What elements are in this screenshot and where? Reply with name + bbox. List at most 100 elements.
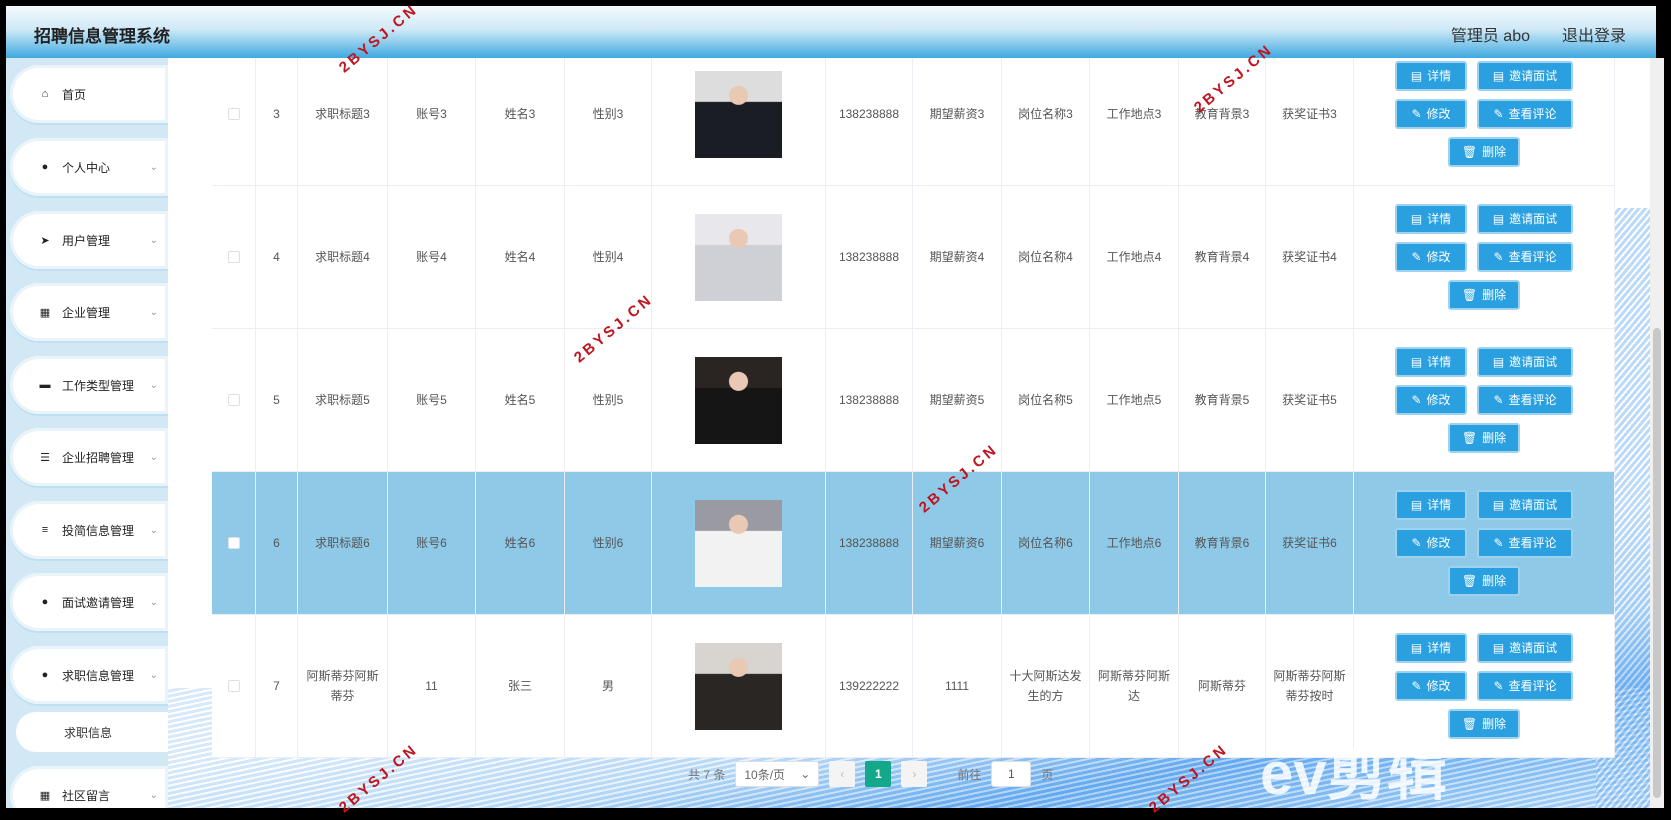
button-label: 详情 — [1427, 641, 1452, 655]
salary-cell: 期望薪资4 — [913, 186, 1002, 328]
chevron-left-icon: ‹ — [840, 767, 845, 781]
view-comments-button[interactable]: ✎ 查看评论 — [1477, 671, 1573, 701]
view-comments-button[interactable]: ✎ 查看评论 — [1477, 99, 1573, 129]
table-row[interactable]: 6 求职标题6 账号6 姓名6 性别6 138238888 期望薪资6 岗位名称6 工作地点6 教… — [212, 472, 1615, 615]
sidebar-item[interactable]: ☰ 企业招聘管理 ⌄ — [10, 428, 168, 486]
button-label: 修改 — [1426, 536, 1451, 550]
vertical-scrollbar[interactable] — [1650, 58, 1664, 808]
document-icon: ▤ — [1492, 498, 1505, 512]
view-comments-button[interactable]: ✎ 查看评论 — [1477, 242, 1573, 272]
view-comments-button[interactable]: ✎ 查看评论 — [1477, 385, 1573, 415]
detail-button[interactable]: ▤ 详情 — [1395, 633, 1467, 663]
button-label: 邀请面试 — [1509, 212, 1558, 226]
next-page-button[interactable]: › — [901, 761, 928, 787]
pencil-icon: ✎ — [1493, 107, 1504, 121]
index-cell: 4 — [256, 186, 298, 328]
gender-cell: 男 — [565, 615, 652, 757]
chevron-down-icon: ⌄ — [149, 161, 158, 173]
sliders-icon: ☰ — [40, 451, 50, 464]
title-cell: 求职标题4 — [298, 186, 388, 328]
page-size-select[interactable]: 10条/页 ⌄ — [735, 761, 820, 787]
photo-cell — [652, 58, 826, 185]
location-cell: 工作地点4 — [1090, 186, 1179, 328]
sidebar-subitem-job-info[interactable]: 求职信息 — [16, 712, 168, 752]
scrollbar-thumb[interactable] — [1653, 328, 1661, 798]
detail-button[interactable]: ▤ 详情 — [1395, 347, 1467, 377]
pin-icon: ● — [41, 596, 49, 608]
edit-button[interactable]: ✎ 修改 — [1395, 385, 1467, 415]
sidebar-item[interactable]: ▦ 企业管理 ⌄ — [10, 283, 168, 341]
button-label: 删除 — [1482, 145, 1507, 159]
sidebar-item-label: 社区留言 — [62, 788, 111, 803]
table-row[interactable]: 5 求职标题5 账号5 姓名5 性别5 138238888 期望薪资5 岗位名称5 工作地点5 教… — [212, 329, 1615, 472]
detail-button[interactable]: ▤ 详情 — [1395, 490, 1467, 520]
phone-cell: 139222222 — [826, 615, 913, 757]
sidebar-item-label: 企业招聘管理 — [62, 450, 135, 465]
photo-cell — [652, 615, 826, 757]
delete-button[interactable]: 🗑 删除 — [1448, 137, 1520, 167]
button-label: 修改 — [1426, 250, 1451, 264]
photo-cell — [652, 472, 826, 614]
invite-interview-button[interactable]: ▤ 邀请面试 — [1477, 347, 1573, 377]
invite-interview-button[interactable]: ▤ 邀请面试 — [1477, 490, 1573, 520]
edit-button[interactable]: ✎ 修改 — [1395, 99, 1467, 129]
invite-interview-button[interactable]: ▤ 邀请面试 — [1477, 61, 1573, 91]
pencil-icon: ✎ — [1411, 107, 1422, 121]
table-row[interactable]: 4 求职标题4 账号4 姓名4 性别4 138238888 期望薪资4 岗位名称4 工作地点4 教… — [212, 186, 1615, 329]
ev-logo-watermark: ev剪辑 — [1260, 740, 1447, 807]
row-checkbox[interactable] — [227, 108, 240, 120]
sidebar-item[interactable]: ● 面试邀请管理 ⌄ — [10, 573, 168, 631]
row-checkbox[interactable] — [227, 251, 240, 263]
detail-button[interactable]: ▤ 详情 — [1395, 204, 1467, 234]
logout-link[interactable]: 退出登录 — [1562, 22, 1626, 46]
phone-cell: 138238888 — [826, 329, 913, 471]
button-label: 查看评论 — [1508, 679, 1557, 693]
location-cell: 工作地点6 — [1090, 472, 1179, 614]
sidebar-item[interactable]: ● 个人中心 ⌄ — [10, 138, 168, 196]
sidebar-item[interactable]: ⌂ 首页 — [10, 65, 168, 123]
document-icon: ▤ — [1492, 69, 1505, 83]
chevron-down-icon: ⌄ — [149, 789, 158, 801]
document-icon: ▤ — [1410, 641, 1423, 655]
sidebar-item[interactable]: ➤ 用户管理 ⌄ — [10, 211, 168, 269]
edit-button[interactable]: ✎ 修改 — [1395, 671, 1467, 701]
detail-button[interactable]: ▤ 详情 — [1395, 61, 1467, 91]
sidebar: ⌂ 首页 ● 个人中心 ⌄ ➤ 用户管理 ⌄ ▦ 企业管理 ⌄ ▬ 工作类型管理 ⌄ ☰ 企业招聘管理 ⌄ ≡ 投简… — [6, 58, 168, 808]
sidebar-item[interactable]: ▦ 社区留言 ⌄ — [10, 766, 168, 808]
invite-interview-button[interactable]: ▤ 邀请面试 — [1477, 633, 1573, 663]
sidebar-item-label: 求职信息管理 — [62, 668, 135, 683]
name-cell: 姓名3 — [476, 58, 565, 185]
trash-icon: 🗑 — [1461, 574, 1478, 588]
sidebar-item[interactable]: ▬ 工作类型管理 ⌄ — [10, 356, 168, 414]
row-checkbox[interactable] — [227, 537, 240, 549]
photo-cell — [652, 186, 826, 328]
row-checkbox[interactable] — [227, 680, 240, 692]
page-1-button[interactable]: 1 — [865, 761, 892, 787]
title-cell: 阿斯蒂芬阿斯蒂芬 — [298, 615, 388, 757]
delete-button[interactable]: 🗑 删除 — [1448, 566, 1520, 596]
education-cell: 教育背景4 — [1179, 186, 1266, 328]
location-cell: 工作地点5 — [1090, 329, 1179, 471]
button-label: 删除 — [1482, 574, 1507, 588]
delete-button[interactable]: 🗑 删除 — [1448, 280, 1520, 310]
checkbox-cell — [212, 58, 256, 185]
job-seeker-table: 3 求职标题3 账号3 姓名3 性别3 138238888 期望薪资3 岗位名称3 工作地点3 教… — [212, 58, 1615, 758]
goto-page-input[interactable] — [991, 761, 1032, 787]
photo-cell — [652, 329, 826, 471]
chevron-down-icon: ⌄ — [149, 306, 158, 318]
prev-page-button[interactable]: ‹ — [829, 761, 856, 787]
index-cell: 5 — [256, 329, 298, 471]
sidebar-item[interactable]: ● 求职信息管理 ⌄ — [10, 646, 168, 704]
edit-button[interactable]: ✎ 修改 — [1395, 242, 1467, 272]
invite-interview-button[interactable]: ▤ 邀请面试 — [1477, 204, 1573, 234]
delete-button[interactable]: 🗑 删除 — [1448, 709, 1520, 739]
delete-button[interactable]: 🗑 删除 — [1448, 423, 1520, 453]
row-checkbox[interactable] — [227, 394, 240, 406]
avatar-photo — [695, 499, 782, 587]
chevron-down-icon: ⌄ — [149, 669, 158, 681]
sidebar-item[interactable]: ≡ 投简信息管理 ⌄ — [10, 501, 168, 559]
sidebar-item-label: 投简信息管理 — [62, 523, 135, 538]
view-comments-button[interactable]: ✎ 查看评论 — [1477, 528, 1573, 558]
table-row[interactable]: 3 求职标题3 账号3 姓名3 性别3 138238888 期望薪资3 岗位名称3 工作地点3 教… — [212, 58, 1615, 186]
edit-button[interactable]: ✎ 修改 — [1395, 528, 1467, 558]
